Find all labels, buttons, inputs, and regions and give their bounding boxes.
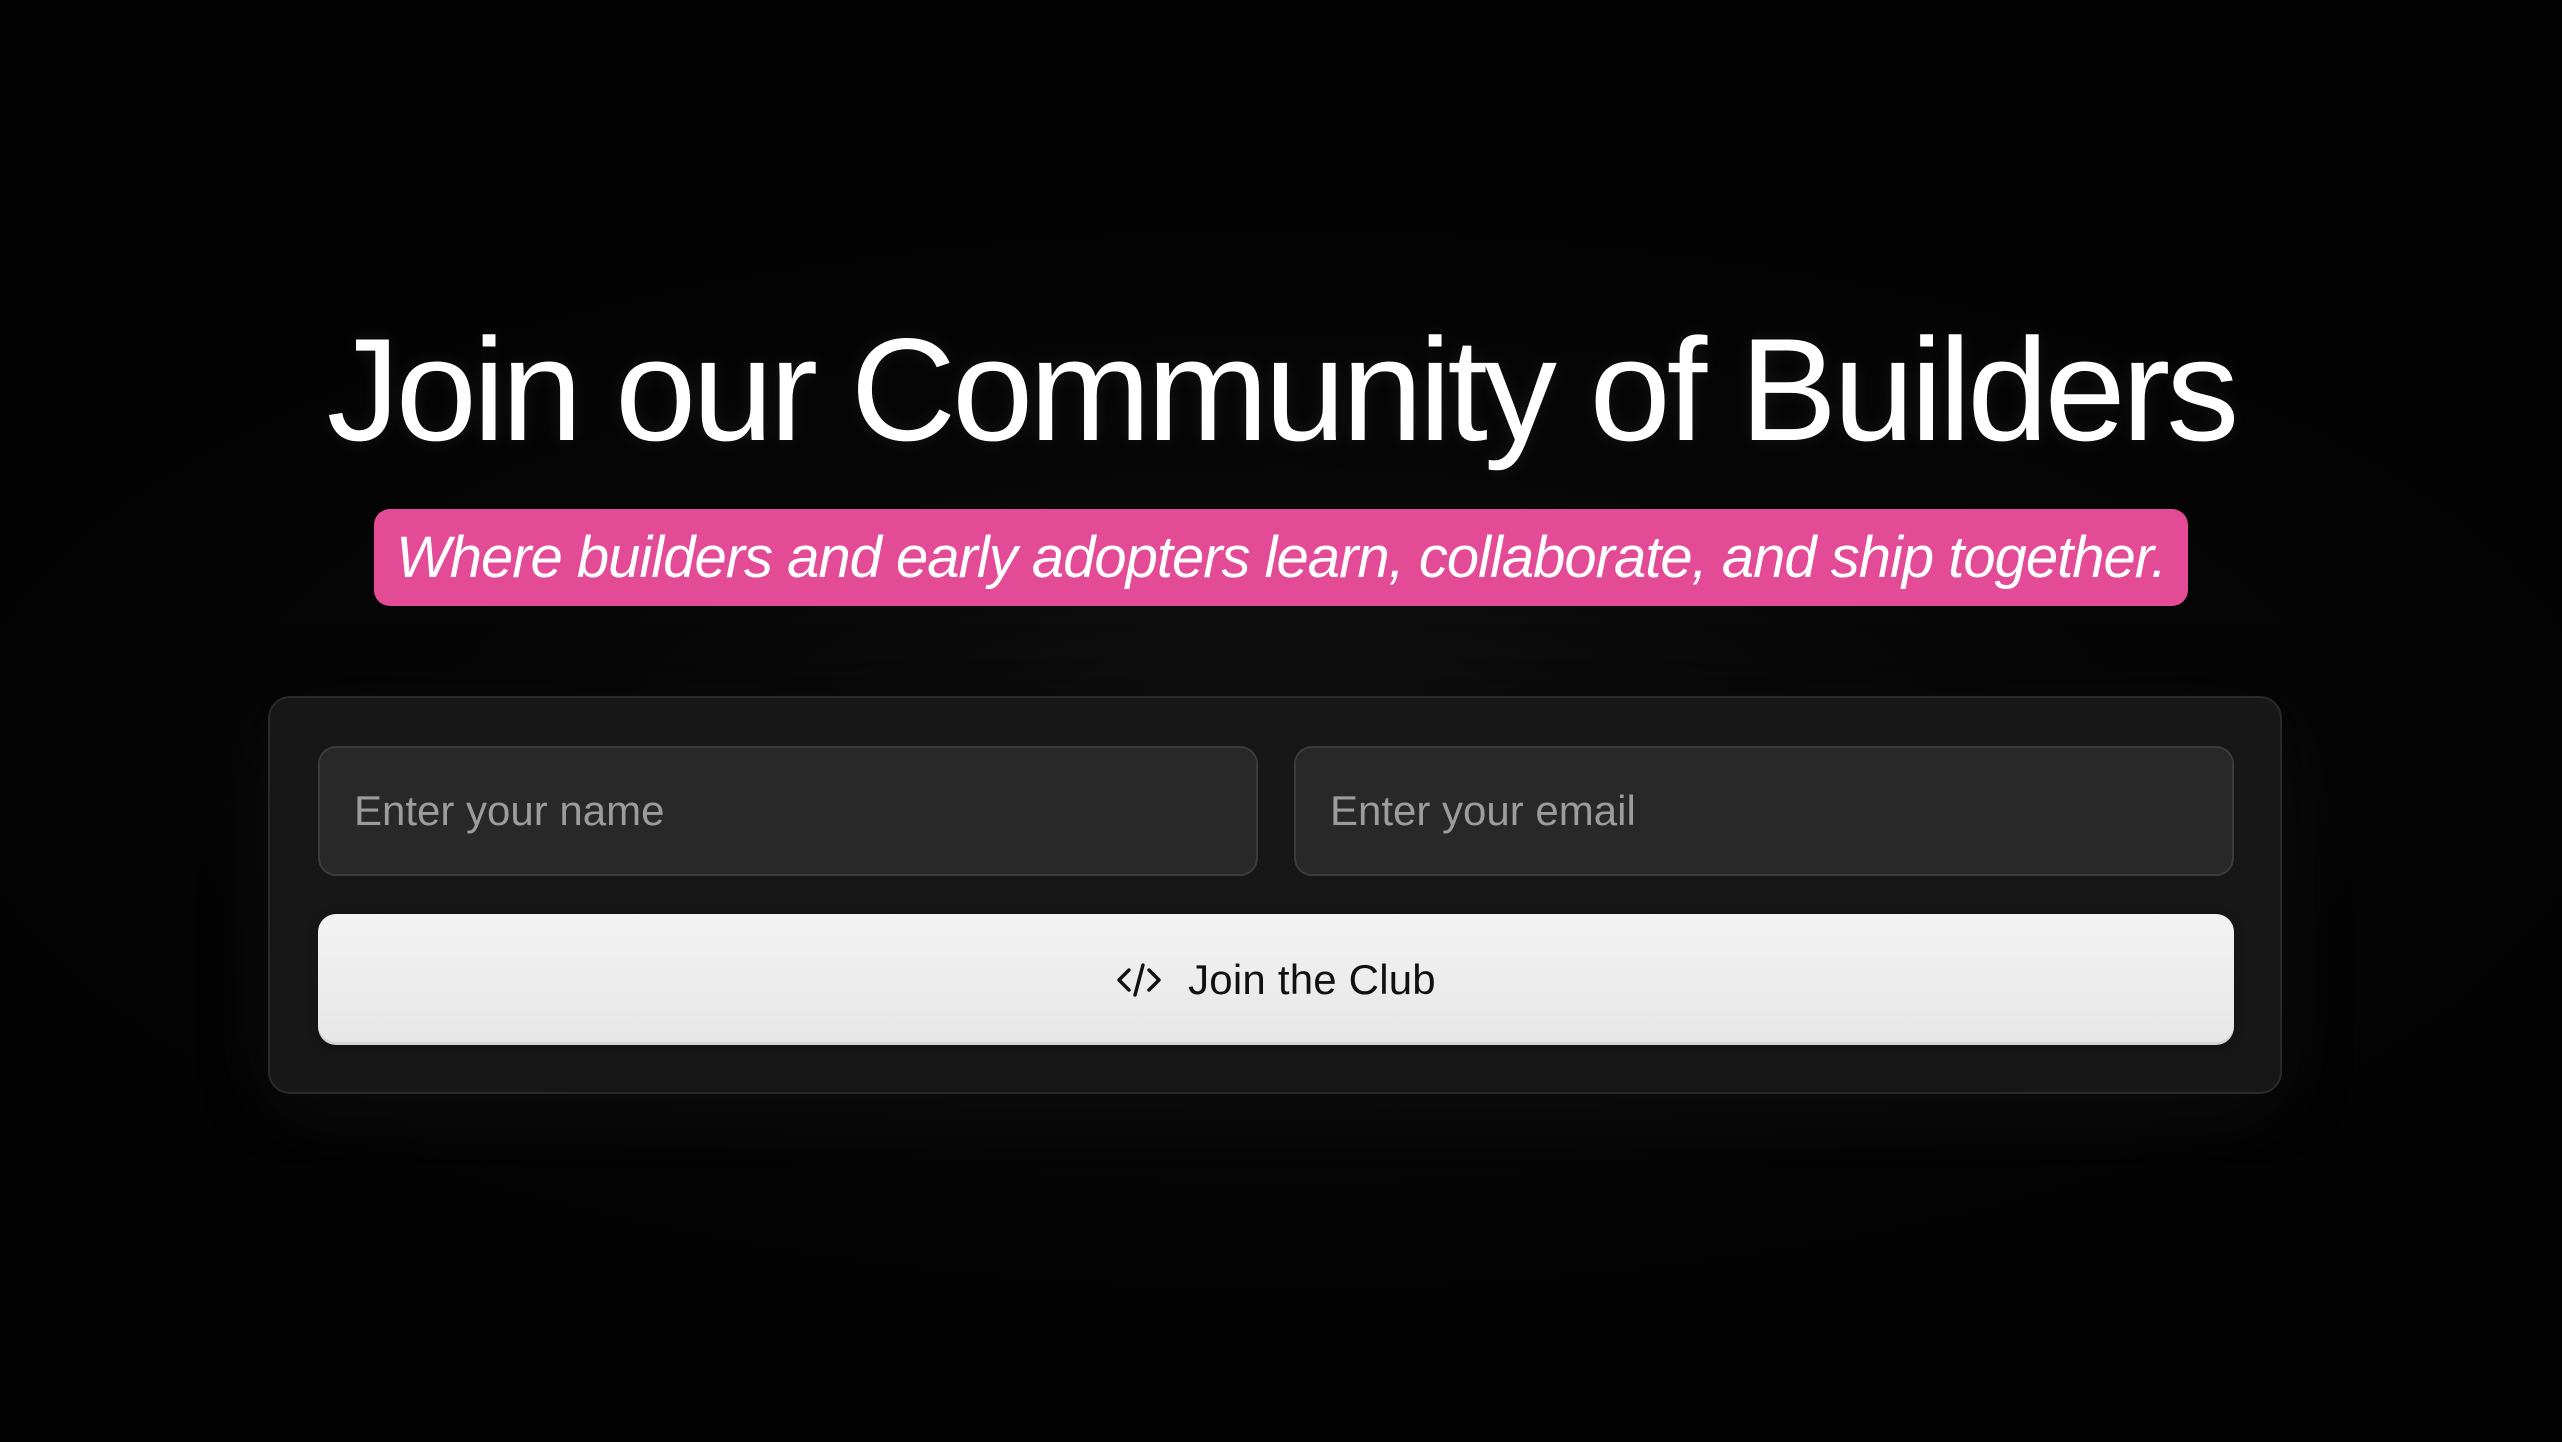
code-icon xyxy=(1117,962,1161,997)
page-title: Join our Community of Builders xyxy=(326,308,2240,471)
page-background: Join our Community of Builders Where bui… xyxy=(0,0,2562,1442)
name-input[interactable] xyxy=(318,746,1258,876)
email-input[interactable] xyxy=(1294,746,2234,876)
join-club-button[interactable]: Join the Club xyxy=(318,914,2234,1045)
signup-form: Join the Club xyxy=(268,696,2282,1094)
tagline-highlight: Where builders and early adopters learn,… xyxy=(373,509,2189,606)
tagline-container: Where builders and early adopters learn,… xyxy=(0,509,2562,606)
join-club-label: Join the Club xyxy=(1188,955,1436,1003)
